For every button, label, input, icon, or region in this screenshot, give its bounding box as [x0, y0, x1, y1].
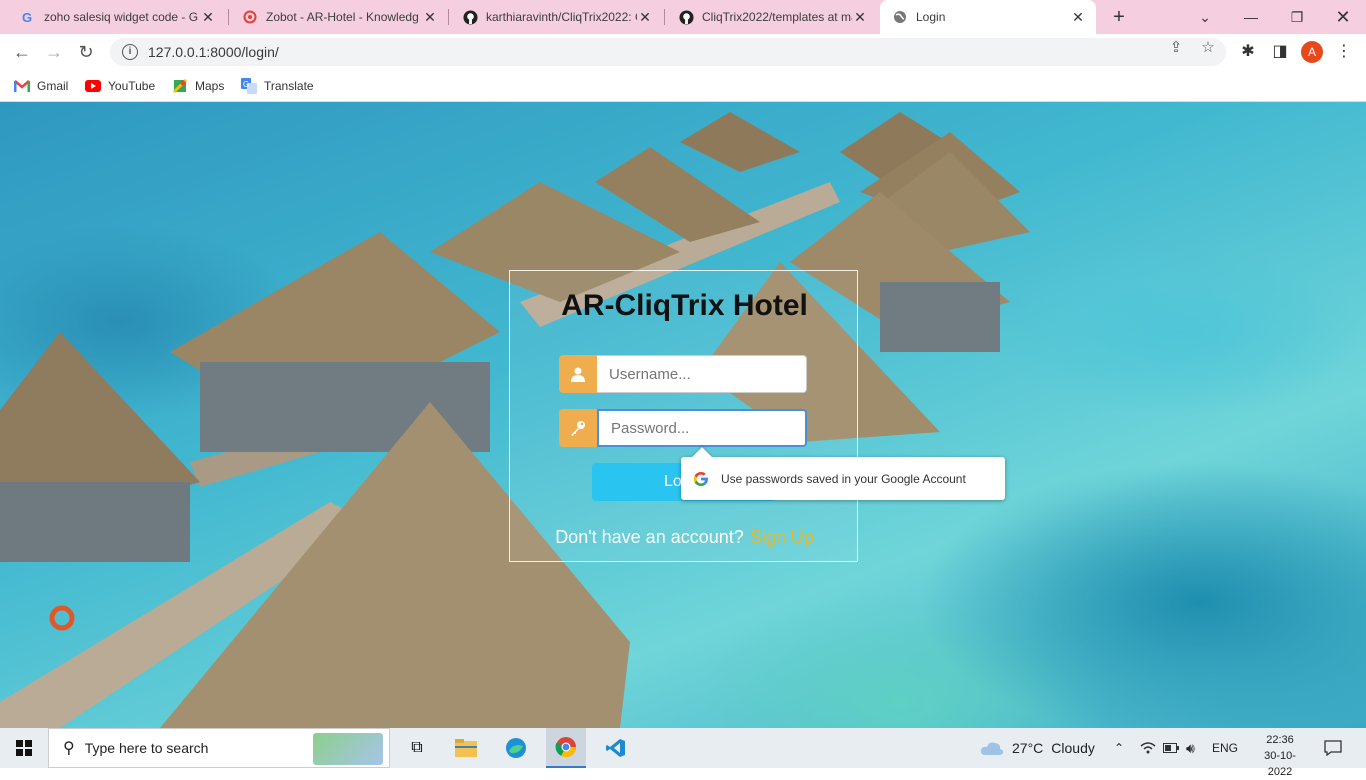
site-info-icon[interactable]: i — [122, 44, 138, 60]
vscode-icon[interactable] — [596, 728, 636, 768]
login-title: AR-CliqTrix Hotel — [561, 289, 808, 322]
battery-icon[interactable] — [1163, 728, 1179, 768]
bookmark-youtube[interactable]: YouTube — [85, 76, 155, 96]
tab-title: Zobot - AR-Hotel - Knowledg — [266, 10, 419, 24]
tab-github-templates[interactable]: CliqTrix2022/templates at ma ✕ — [666, 0, 878, 34]
bookmark-translate[interactable]: G Translate — [241, 76, 314, 96]
translate-icon: G — [241, 78, 257, 94]
signup-prompt-text: Don't have an account? — [555, 527, 744, 547]
close-icon[interactable]: ✕ — [852, 9, 868, 26]
notifications-icon[interactable] — [1324, 728, 1342, 768]
close-icon[interactable]: ✕ — [637, 9, 653, 26]
youtube-icon — [85, 78, 101, 94]
weather-temperature: 27°C — [1012, 740, 1044, 756]
tab-zoho-salesiq[interactable]: G zoho salesiq widget code - G ✕ — [8, 0, 226, 34]
system-clock[interactable]: 22:36 30-10-2022 — [1254, 732, 1306, 780]
chrome-taskbar-icon[interactable] — [546, 728, 586, 768]
username-input[interactable] — [597, 355, 807, 393]
tab-search-chevron-icon[interactable]: ⌄ — [1182, 0, 1228, 34]
search-highlight-image — [313, 733, 383, 765]
bookmark-maps[interactable]: Maps — [172, 76, 224, 96]
taskbar-search-box[interactable]: ⚲ Type here to search — [48, 728, 390, 768]
profile-avatar[interactable]: A — [1301, 41, 1323, 63]
url-text: 127.0.0.1:8000/login/ — [148, 44, 279, 60]
show-hidden-icons-chevron-icon[interactable]: ⌃ — [1114, 728, 1124, 768]
file-explorer-icon[interactable] — [446, 728, 486, 768]
extensions-icon[interactable]: ✱ — [1238, 42, 1258, 62]
clock-date: 30-10-2022 — [1264, 750, 1296, 778]
tab-strip: G zoho salesiq widget code - G ✕ Zobot -… — [0, 0, 1366, 34]
bookmarks-bar: Gmail YouTube Maps G Translate — [0, 70, 1366, 102]
search-icon: ⚲ — [63, 740, 75, 757]
bookmark-label: Translate — [264, 79, 314, 93]
github-icon — [462, 9, 478, 25]
svg-text:G: G — [243, 80, 249, 89]
menu-icon[interactable]: ⋮ — [1334, 42, 1354, 62]
tab-title: CliqTrix2022/templates at ma — [702, 10, 852, 24]
tab-github-repo[interactable]: karthiaravinth/CliqTrix2022: C ✕ — [450, 0, 663, 34]
tab-title: zoho salesiq widget code - G — [44, 10, 199, 24]
edge-icon[interactable] — [496, 728, 536, 768]
new-tab-button[interactable]: + — [1107, 5, 1131, 29]
google-icon: G — [20, 9, 36, 25]
taskbar-search-placeholder: Type here to search — [84, 740, 209, 756]
tab-title: karthiaravinth/CliqTrix2022: C — [486, 10, 637, 24]
weather-widget[interactable]: 27°C Cloudy — [980, 728, 1095, 768]
login-form: AR-CliqTrix Hotel Lo Don't have an accou… — [509, 270, 858, 562]
restore-button[interactable]: ❐ — [1274, 0, 1320, 34]
signup-link[interactable]: Sign Up — [750, 527, 814, 547]
close-window-button[interactable]: ✕ — [1320, 0, 1366, 34]
weather-description: Cloudy — [1051, 740, 1095, 756]
bookmark-star-icon[interactable]: ☆ — [1200, 40, 1216, 56]
zobot-icon — [242, 9, 258, 25]
password-field — [559, 409, 807, 447]
signup-prompt-line: Don't have an account? Sign Up — [510, 527, 859, 548]
windows-taskbar: ⚲ Type here to search ⧉ 27°C Cloudy ⌃ 🔊︎… — [0, 728, 1366, 778]
gmail-icon — [14, 78, 30, 94]
password-popup-text: Use passwords saved in your Google Accou… — [721, 471, 966, 486]
windows-start-icon[interactable] — [0, 728, 48, 768]
back-button[interactable]: ← — [8, 38, 36, 66]
tab-login[interactable]: Login ✕ — [880, 0, 1096, 34]
bookmark-label: Gmail — [37, 79, 69, 93]
close-icon[interactable]: ✕ — [422, 9, 438, 26]
language-indicator[interactable]: ENG — [1212, 728, 1238, 768]
password-manager-popup[interactable]: Use passwords saved in your Google Accou… — [681, 447, 1005, 500]
address-bar[interactable]: i 127.0.0.1:8000/login/ — [110, 38, 1226, 66]
key-icon — [559, 409, 597, 447]
username-field — [559, 355, 807, 393]
side-panel-icon[interactable]: ◨ — [1270, 42, 1290, 62]
svg-text:G: G — [22, 10, 32, 24]
maps-icon — [172, 78, 188, 94]
close-icon[interactable]: ✕ — [1070, 9, 1086, 26]
bookmark-label: Maps — [195, 79, 225, 93]
bookmark-label: YouTube — [108, 79, 156, 93]
globe-icon — [892, 9, 908, 25]
reload-button[interactable]: ↻ — [72, 38, 100, 66]
login-page-background: AR-CliqTrix Hotel Lo Don't have an accou… — [0, 102, 1366, 728]
task-view-icon[interactable]: ⧉ — [398, 728, 436, 768]
volume-icon[interactable]: 🔊︎ — [1186, 728, 1195, 768]
minimize-button[interactable]: — — [1228, 0, 1274, 34]
clock-time: 22:36 — [1266, 734, 1294, 746]
share-icon[interactable]: ⇪ — [1168, 40, 1184, 56]
tab-title: Login — [916, 10, 946, 24]
user-icon — [559, 355, 597, 393]
google-icon — [693, 471, 709, 487]
browser-toolbar: ← → ↻ i 127.0.0.1:8000/login/ ⇪ ☆ ✱ ◨ A … — [0, 34, 1366, 70]
github-icon — [678, 9, 694, 25]
cloud-icon — [980, 742, 1004, 755]
network-icon[interactable] — [1140, 728, 1156, 768]
forward-button[interactable]: → — [40, 38, 68, 66]
password-input[interactable] — [597, 409, 807, 447]
close-icon[interactable]: ✕ — [200, 9, 216, 26]
tab-zobot[interactable]: Zobot - AR-Hotel - Knowledg ✕ — [230, 0, 448, 34]
bookmark-gmail[interactable]: Gmail — [14, 76, 68, 96]
